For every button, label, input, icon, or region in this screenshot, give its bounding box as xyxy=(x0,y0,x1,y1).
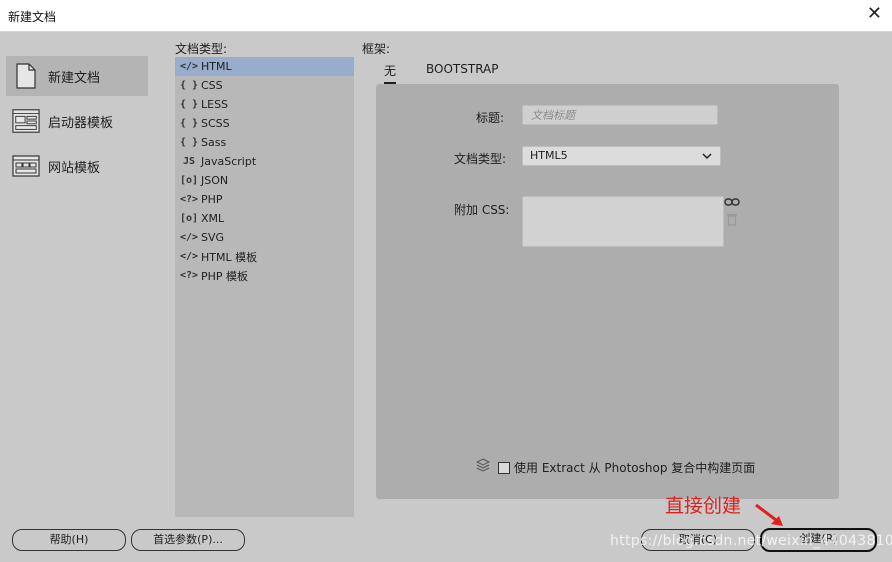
doctype-label: PHP 模板 xyxy=(201,269,249,283)
nav-label: 启动器模板 xyxy=(48,115,114,131)
css-field-label: 附加 CSS: xyxy=(454,203,510,217)
doctype-label: Sass xyxy=(201,136,227,149)
doctype-item-html[interactable]: </> HTML xyxy=(175,57,354,76)
blank-document-icon xyxy=(12,62,40,90)
chevron-down-icon xyxy=(702,147,712,171)
attach-css-list[interactable] xyxy=(522,196,724,247)
doctype-item-json[interactable]: [o] JSON xyxy=(175,171,354,190)
doctype-select-value: HTML5 xyxy=(530,149,568,162)
code-icon: </> xyxy=(180,251,199,262)
doctype-label: HTML xyxy=(201,60,232,73)
framework-tabs: 无 BOOTSTRAP xyxy=(384,62,529,84)
braces-icon: { } xyxy=(180,99,199,110)
doctype-item-xml[interactable]: [o] XML xyxy=(175,209,354,228)
nav-label: 网站模板 xyxy=(48,160,101,176)
doctype-item-css[interactable]: { } CSS xyxy=(175,76,354,95)
layers-icon xyxy=(475,458,491,477)
framework-label: 框架: xyxy=(362,42,391,56)
extract-option: 使用 Extract 从 Photoshop 复合中构建页面 xyxy=(475,458,756,477)
code-icon: </> xyxy=(180,232,199,243)
site-template-icon xyxy=(12,152,40,180)
nav-label: 新建文档 xyxy=(48,70,101,86)
tab-bootstrap[interactable]: BOOTSTRAP xyxy=(426,62,499,84)
tab-none[interactable]: 无 xyxy=(384,62,397,84)
doctype-item-svg[interactable]: </> SVG xyxy=(175,228,354,247)
help-button[interactable]: 帮助(H) xyxy=(12,529,126,551)
doctype-item-javascript[interactable]: JS JavaScript xyxy=(175,152,354,171)
json-icon: [o] xyxy=(180,175,199,186)
doctype-list-label: 文档类型: xyxy=(175,42,228,56)
doctype-item-sass[interactable]: { } Sass xyxy=(175,133,354,152)
doctype-label: PHP xyxy=(201,193,223,206)
xml-icon: [o] xyxy=(180,213,199,224)
doctype-label: CSS xyxy=(201,79,223,92)
braces-icon: { } xyxy=(180,80,199,91)
doctype-label: SVG xyxy=(201,231,225,244)
annotation-text: 直接创建 xyxy=(665,495,742,517)
doctype-label: JavaScript xyxy=(201,155,257,168)
php-icon: <?> xyxy=(180,194,199,205)
doctype-field-label: 文档类型: xyxy=(454,152,507,166)
options-panel: 标题: 文档类型: HTML5 附加 CSS: 使用 Extract 从 Pho… xyxy=(376,84,839,499)
nav-item-new-document[interactable]: 新建文档 xyxy=(6,56,148,96)
doctype-label: SCSS xyxy=(201,117,230,130)
doctype-select[interactable]: HTML5 xyxy=(522,146,721,166)
annotation-arrow-icon xyxy=(754,503,786,529)
nav-item-starter-templates[interactable]: 启动器模板 xyxy=(6,101,148,141)
extract-label: 使用 Extract 从 Photoshop 复合中构建页面 xyxy=(514,461,756,475)
script-icon: JS xyxy=(182,156,196,167)
watermark: https://blog.csdn.net/weixin_44043810 xyxy=(610,533,892,549)
doctype-item-html-template[interactable]: </> HTML 模板 xyxy=(175,247,354,266)
doctype-label: XML xyxy=(201,212,225,225)
doctype-item-scss[interactable]: { } SCSS xyxy=(175,114,354,133)
left-nav: 新建文档 启动器模板 网站模板 xyxy=(6,56,148,191)
title-bar: 新建文档 ✕ xyxy=(0,0,892,32)
starter-template-icon xyxy=(12,107,40,135)
doctype-item-php-template[interactable]: <?> PHP 模板 xyxy=(175,266,354,285)
trash-icon[interactable] xyxy=(726,212,738,226)
window-title: 新建文档 xyxy=(8,10,57,24)
extract-checkbox[interactable] xyxy=(498,461,510,474)
code-icon: </> xyxy=(180,61,199,72)
doctype-item-less[interactable]: { } LESS xyxy=(175,95,354,114)
doctype-list: </> HTML { } CSS { } LESS { } SCSS { } Sass J… xyxy=(175,57,354,517)
doctype-item-php[interactable]: <?> PHP xyxy=(175,190,354,209)
title-field-label: 标题: xyxy=(476,111,505,125)
nav-item-site-templates[interactable]: 网站模板 xyxy=(6,146,148,186)
braces-icon: { } xyxy=(180,118,199,129)
php-icon: <?> xyxy=(180,270,199,281)
doctype-label: LESS xyxy=(201,98,229,111)
link-icon[interactable] xyxy=(724,196,740,208)
title-input[interactable] xyxy=(522,105,718,125)
preferences-button[interactable]: 首选参数(P)... xyxy=(131,529,245,551)
braces-icon: { } xyxy=(180,137,199,148)
close-icon[interactable]: ✕ xyxy=(867,3,882,24)
doctype-label: JSON xyxy=(201,174,229,187)
doctype-label: HTML 模板 xyxy=(201,250,258,264)
